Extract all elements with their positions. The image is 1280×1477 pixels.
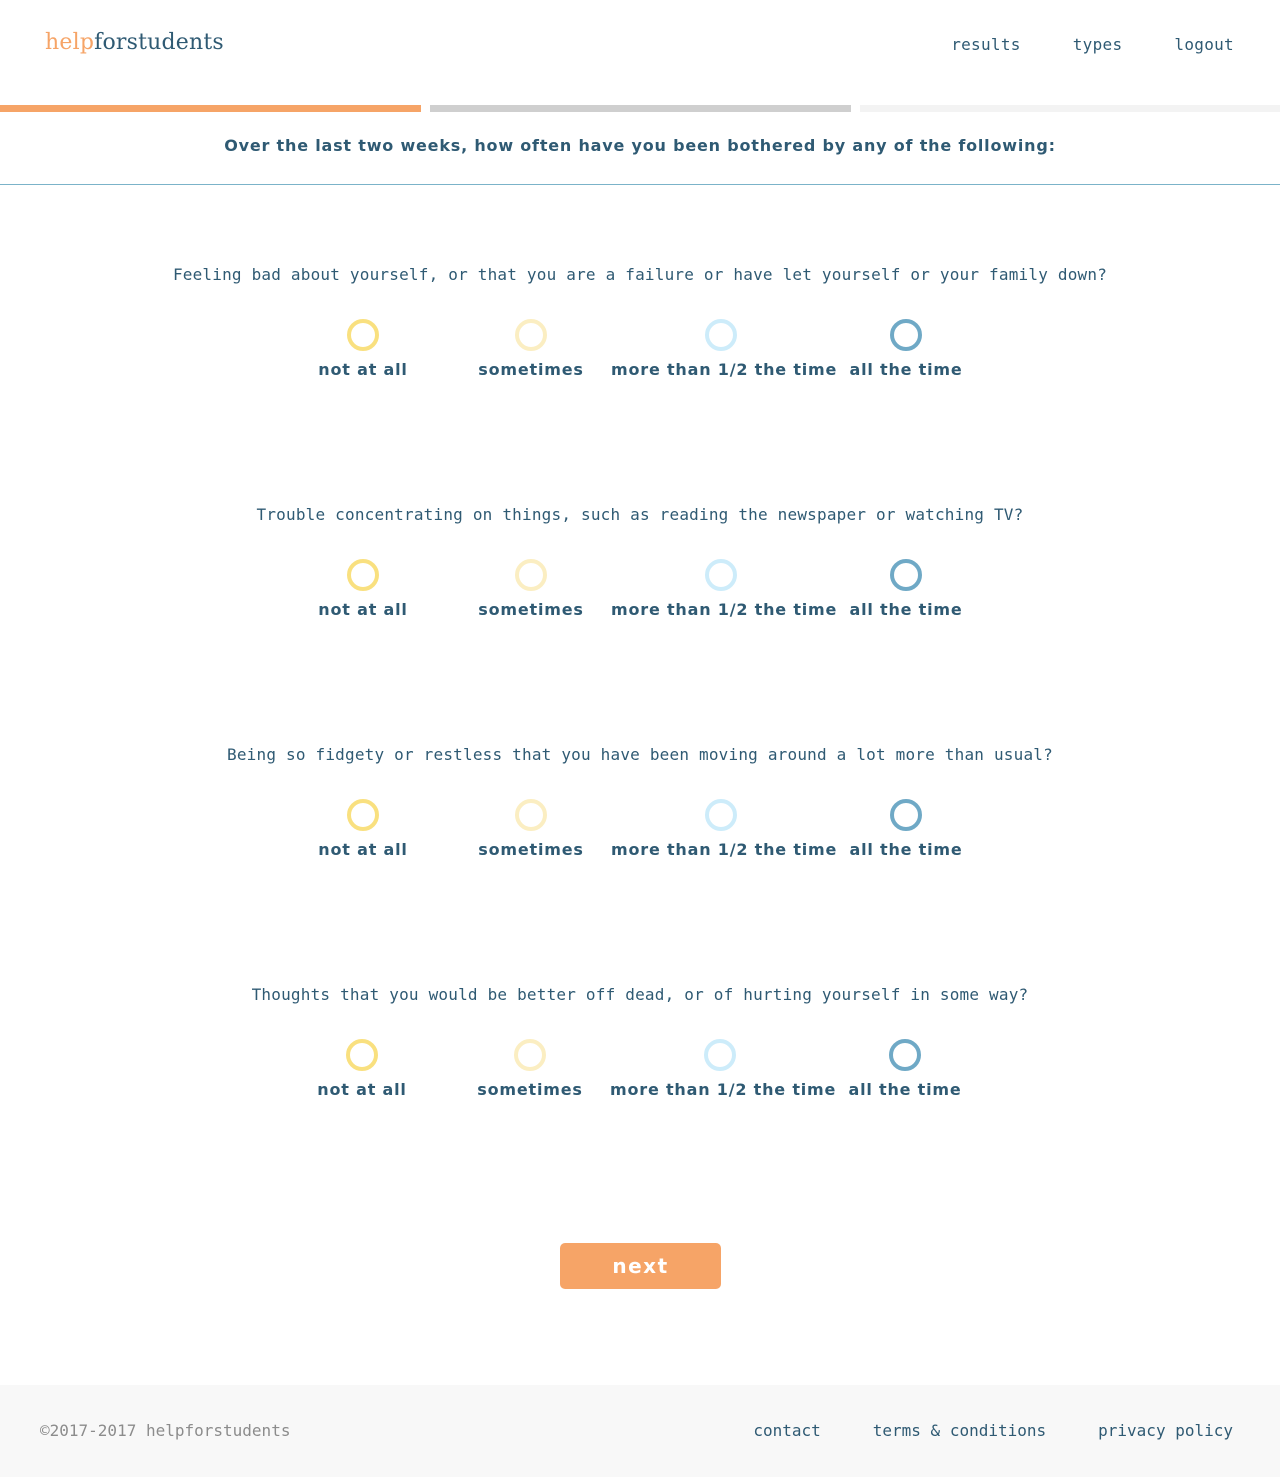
footer-contact-link[interactable]: contact [753,1421,820,1440]
radio-circle-icon[interactable] [890,559,922,591]
answer-option-label: all the time [849,840,963,859]
logo-help: help [45,30,95,55]
radio-circle-icon[interactable] [515,559,547,591]
instruction-text: Over the last two weeks, how often have … [224,136,1056,155]
question-block: Thoughts that you would be better off de… [0,985,1280,1099]
radio-circle-icon[interactable] [890,799,922,831]
answer-option[interactable]: sometimes [421,559,641,619]
progress-bar [0,105,1280,112]
radio-circle-icon[interactable] [346,1039,378,1071]
nav-logout[interactable]: logout [1174,35,1234,54]
radio-circle-icon[interactable] [889,1039,921,1071]
copyright: ©2017-2017 helpforstudents [40,1421,291,1440]
answer-option[interactable]: all the time [796,559,1016,619]
answer-option[interactable]: all the time [796,319,1016,379]
site-footer: ©2017-2017 helpforstudents contact terms… [0,1385,1280,1477]
main-nav: results types logout [951,35,1234,54]
radio-circle-icon[interactable] [705,559,737,591]
answer-option[interactable]: sometimes [420,1039,640,1099]
question-text: Trouble concentrating on things, such as… [256,505,1024,524]
footer-nav: contact terms & conditions privacy polic… [753,1421,1233,1440]
answer-option[interactable]: sometimes [421,319,641,379]
answer-option[interactable]: all the time [796,799,1016,859]
progress-step-2 [430,105,851,112]
radio-circle-icon[interactable] [514,1039,546,1071]
logo-forstudents: forstudents [94,30,224,55]
answer-option-label: all the time [849,360,963,379]
answer-option-label: sometimes [478,600,584,619]
answer-option[interactable]: sometimes [421,799,641,859]
divider [0,184,1280,185]
answer-option-label: sometimes [477,1080,583,1099]
answer-option-label: sometimes [478,360,584,379]
answer-option-label: all the time [848,1080,962,1099]
radio-circle-icon[interactable] [347,559,379,591]
site-header: helpforstudents results types logout [0,0,1280,100]
next-button[interactable]: next [560,1243,721,1289]
radio-circle-icon[interactable] [515,319,547,351]
footer-terms-link[interactable]: terms & conditions [873,1421,1046,1440]
radio-circle-icon[interactable] [704,1039,736,1071]
radio-circle-icon[interactable] [705,319,737,351]
answer-option[interactable]: all the time [795,1039,1015,1099]
question-block: Trouble concentrating on things, such as… [0,505,1280,619]
question-block: Being so fidgety or restless that you ha… [0,745,1280,859]
question-text: Feeling bad about yourself, or that you … [172,265,1108,284]
nav-types[interactable]: types [1073,35,1123,54]
radio-circle-icon[interactable] [515,799,547,831]
answer-option-label: all the time [849,600,963,619]
radio-circle-icon[interactable] [705,799,737,831]
answer-option-label: sometimes [478,840,584,859]
logo[interactable]: helpforstudents [45,30,224,55]
radio-circle-icon[interactable] [347,319,379,351]
progress-step-1 [0,105,421,112]
radio-circle-icon[interactable] [347,799,379,831]
nav-results[interactable]: results [951,35,1021,54]
question-text: Thoughts that you would be better off de… [251,985,1029,1004]
radio-circle-icon[interactable] [890,319,922,351]
question-block: Feeling bad about yourself, or that you … [0,265,1280,379]
footer-privacy-link[interactable]: privacy policy [1098,1421,1233,1440]
progress-step-3 [860,105,1280,112]
question-text: Being so fidgety or restless that you ha… [227,745,1053,764]
